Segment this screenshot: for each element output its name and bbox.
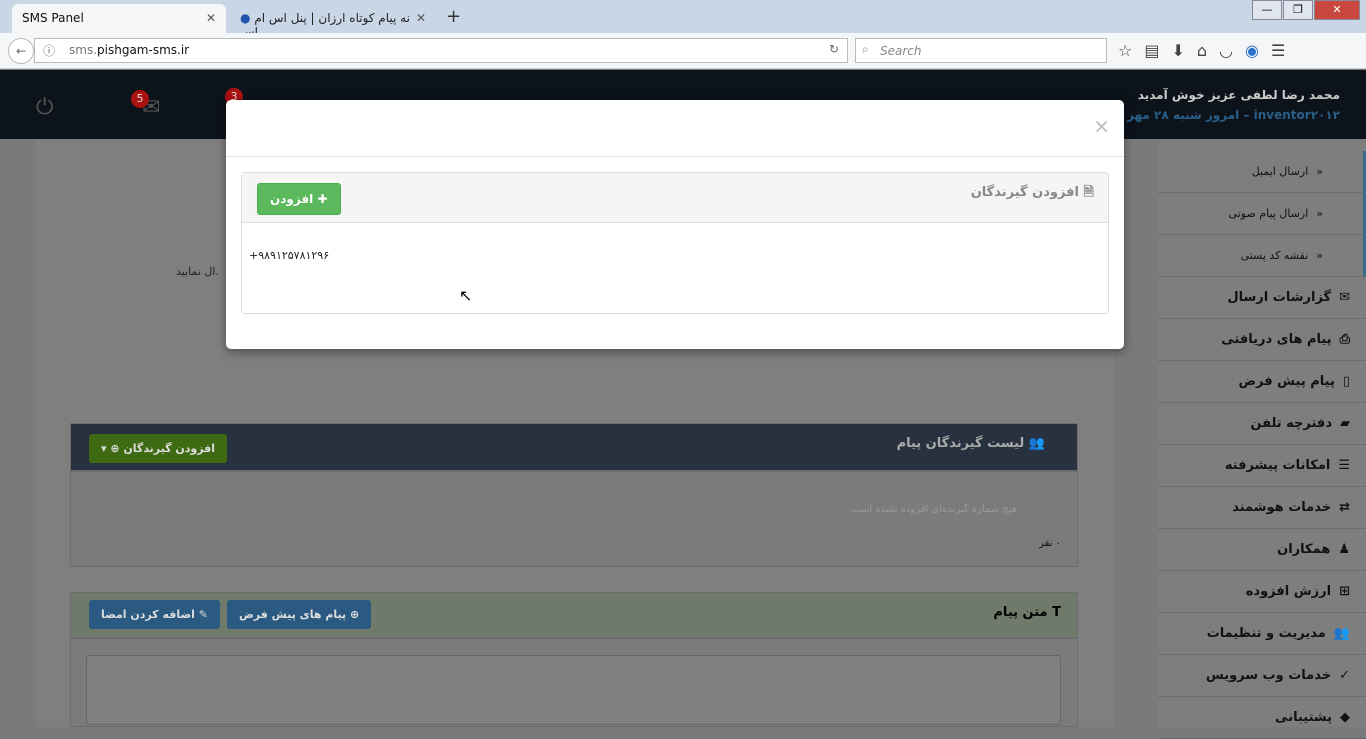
add-signature-button[interactable]: ✎ اضافه کردن امضا: [89, 600, 220, 629]
tab-site[interactable]: ● نه پیام کوتاه ارزان | پنل اس ام اس ✕: [230, 4, 436, 39]
maximize-button[interactable]: ❐: [1283, 0, 1313, 20]
sidebar-item[interactable]: ✉ گزارشات ارسال: [1158, 277, 1366, 319]
sidebar: «ارسال ایمیل «ارسال پیام صوتی «نقشه کد پست…: [1158, 139, 1366, 739]
default-messages-button[interactable]: ⊕ پیام های پیش فرض: [227, 600, 372, 629]
sidebar-item[interactable]: «نقشه کد پستی: [1158, 235, 1366, 277]
pocket-icon[interactable]: ◡: [1219, 41, 1233, 60]
home-icon[interactable]: ⌂: [1197, 41, 1207, 60]
sidebar-item[interactable]: 👥 مدیریت و تنظیمات: [1158, 613, 1366, 655]
tab-bar: SMS Panel ✕ ● نه پیام کوتاه ارزان | پنل ا…: [0, 0, 1366, 39]
new-tab-button[interactable]: +: [446, 6, 461, 27]
message-textarea[interactable]: [86, 655, 1061, 725]
bookmark-star-icon[interactable]: ☆: [1118, 41, 1132, 60]
chevron-double-left-icon: «: [1316, 207, 1323, 220]
url-bar[interactable]: ⓘ sms.pishgam-sms.ir ↻: [34, 38, 848, 63]
sidebar-item[interactable]: «ارسال ایمیل: [1158, 151, 1366, 193]
sidebar-item[interactable]: ⊞ ارزش افزوده: [1158, 571, 1366, 613]
phone-number: +۹۸۹۱۲۵۷۸۱۲۹۶: [249, 249, 330, 262]
back-button[interactable]: ←: [8, 38, 34, 64]
users-icon: 👥: [1333, 626, 1350, 641]
text-icon: T: [1052, 605, 1061, 620]
welcome-text: محمد رضا لطفی عزیز خوش آمدید: [1137, 88, 1340, 102]
partial-text: ال نمایید.: [176, 265, 219, 278]
add-button[interactable]: ✚ افزودن: [257, 183, 341, 215]
retweet-icon: ⇄: [1339, 500, 1350, 515]
file-icon: 🗎: [1083, 185, 1094, 200]
nav-bar: ← ⓘ sms.pishgam-sms.ir ↻ ⌕ Search ☆ ▤ ⬇ ⌂ ◡ ◉ ☰: [0, 33, 1366, 69]
recipients-panel-body: هیچ شماره گیرنده‌ای افزوده نشده است ۰ نف…: [70, 471, 1078, 567]
reading-list-icon[interactable]: ▤: [1144, 41, 1159, 60]
sidebar-item[interactable]: ⇄ خدمات هوشمند: [1158, 487, 1366, 529]
mouse-cursor-icon: ↖: [459, 286, 473, 305]
users-icon: 👥: [1028, 436, 1045, 451]
tab-sms-panel[interactable]: SMS Panel ✕: [12, 4, 226, 33]
user-icon: ♟: [1338, 542, 1350, 557]
modal-close-button[interactable]: ×: [1093, 114, 1110, 138]
search-input[interactable]: ⌕ Search: [855, 38, 1107, 63]
sidebar-item[interactable]: ♟ همکاران: [1158, 529, 1366, 571]
add-recipients-dropdown[interactable]: افزودن گیرندگان ⊕ ▾: [89, 434, 228, 463]
site-favicon-icon: ●: [240, 11, 251, 25]
list-icon: ☰: [1338, 458, 1350, 473]
sidebar-item[interactable]: «ارسال پیام صوتی: [1158, 193, 1366, 235]
sidebar-item[interactable]: ☰ امکانات پیشرفته: [1158, 445, 1366, 487]
recipient-count: ۰ نفر: [1039, 538, 1061, 549]
power-icon[interactable]: ⏻: [36, 95, 53, 120]
minimize-button[interactable]: —: [1252, 0, 1282, 20]
envelope-icon: ✉: [1339, 290, 1350, 305]
message-panel-header: T متن پیام ⊕ پیام های پیش فرض ✎ اضافه کر…: [70, 592, 1078, 638]
search-icon: ⌕: [862, 42, 869, 56]
date-text: inventor۲۰۱۲ – امروز شنبه ۲۸ مهر: [1127, 108, 1340, 122]
add-recipients-modal: × 🗎 افزودن گیرندگان ✚ افزودن +۹۸۹۱۲۵۷۸۱۲…: [226, 100, 1124, 349]
chevron-double-left-icon: «: [1316, 165, 1323, 178]
sidebar-item[interactable]: ⎙ پیام های دریافتی: [1158, 319, 1366, 361]
reload-icon[interactable]: ↻: [829, 42, 839, 56]
close-tab-icon[interactable]: ✕: [206, 11, 216, 25]
sidebar-item[interactable]: ◆ پشتیبانی: [1158, 697, 1366, 739]
tag-icon: ◆: [1340, 710, 1350, 725]
recipients-panel-header: 👥 لیست گیرندگان پیام افزودن گیرندگان ⊕ ▾: [70, 423, 1078, 471]
tablet-icon: ▯: [1342, 374, 1350, 389]
book-icon: ▰: [1340, 416, 1350, 431]
window-close-button[interactable]: ✕: [1314, 0, 1360, 20]
modal-panel: 🗎 افزودن گیرندگان ✚ افزودن +۹۸۹۱۲۵۷۸۱۲۹۶: [241, 172, 1109, 314]
check-circle-icon: ✓: [1339, 668, 1350, 683]
sidebar-item[interactable]: ✓ خدمات وب سرویس: [1158, 655, 1366, 697]
sidebar-item[interactable]: ▰ دفترچه تلفن: [1158, 403, 1366, 445]
sidebar-item[interactable]: ▯ پیام پیش فرض: [1158, 361, 1366, 403]
chevron-double-left-icon: «: [1316, 249, 1323, 262]
menu-icon[interactable]: ☰: [1271, 41, 1285, 60]
mail-badge: 5: [131, 90, 149, 108]
inbox-icon: ⎙: [1339, 332, 1350, 347]
info-icon[interactable]: ⓘ: [43, 42, 55, 59]
extension-icon[interactable]: ◉: [1245, 41, 1259, 60]
plus-square-icon: ⊞: [1339, 584, 1350, 599]
download-icon[interactable]: ⬇: [1171, 41, 1184, 60]
close-tab-icon[interactable]: ✕: [416, 11, 426, 25]
